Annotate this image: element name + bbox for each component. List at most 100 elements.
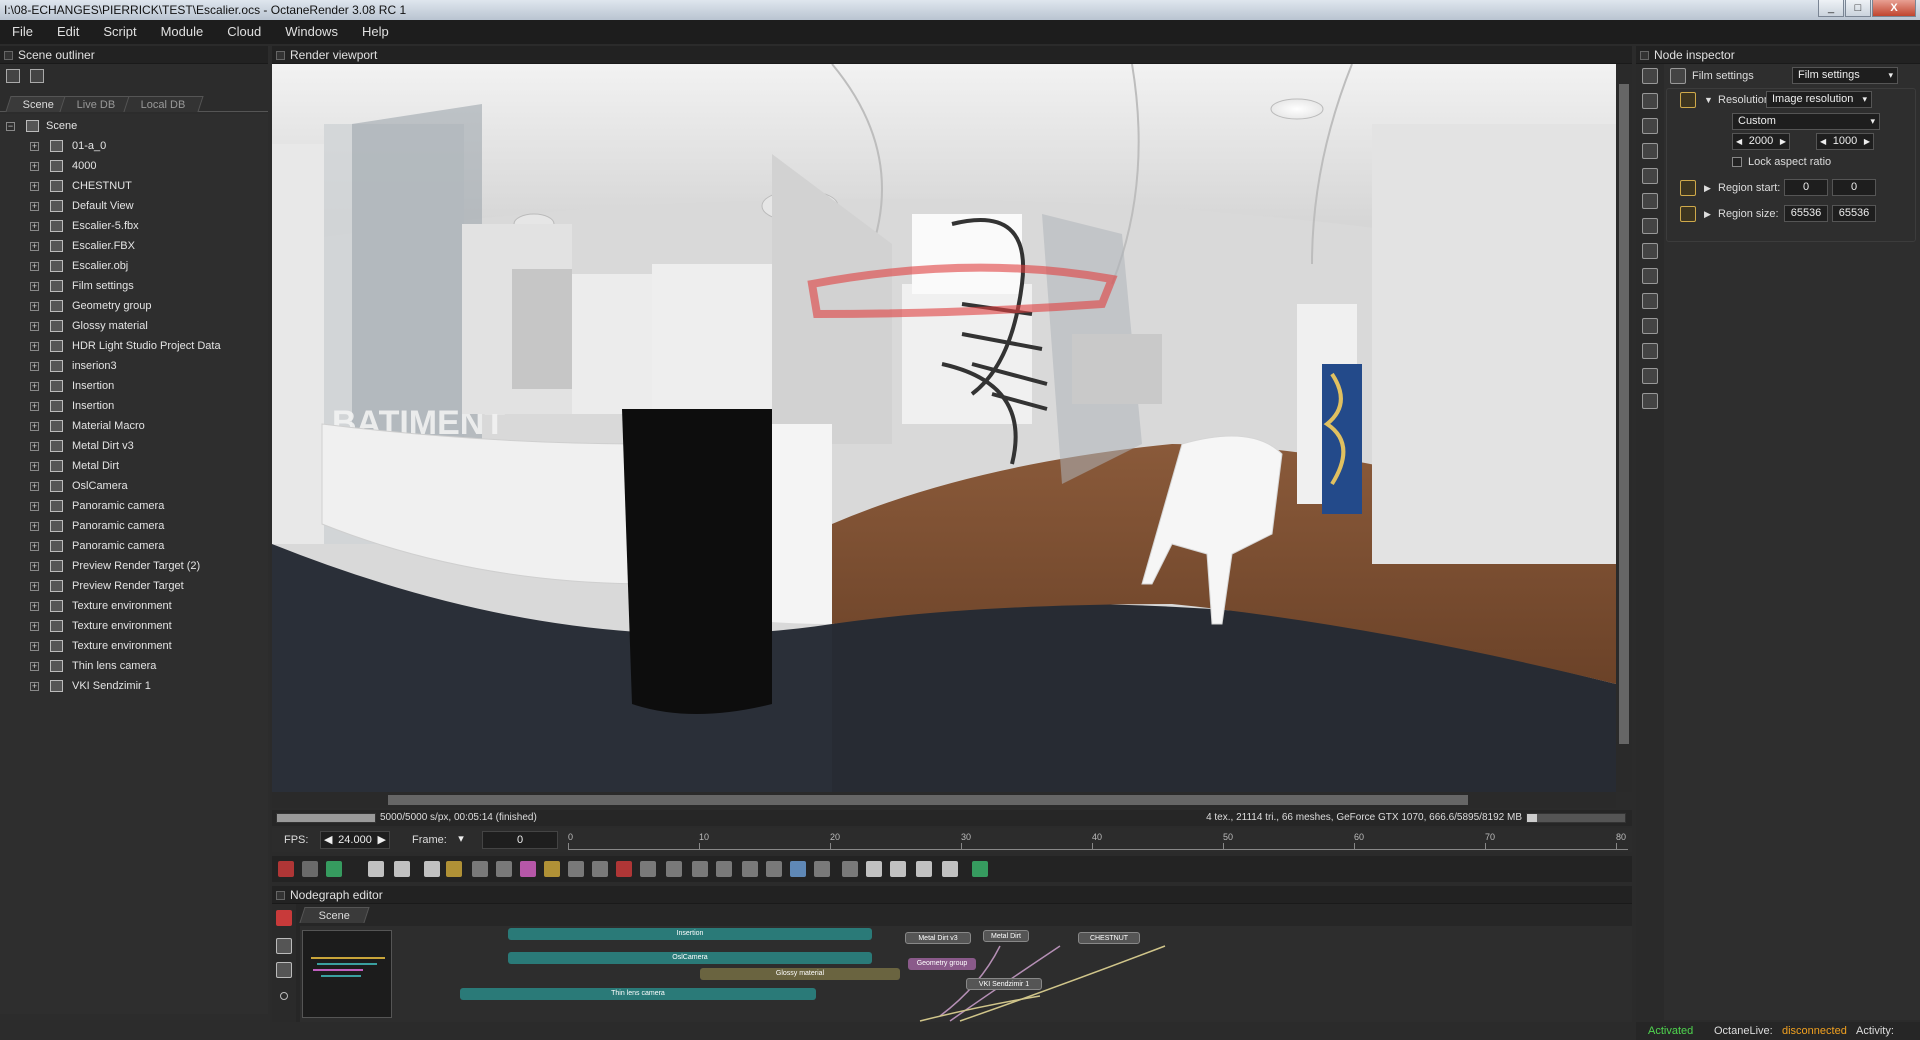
tree-item[interactable]: + CHESTNUT (0, 176, 268, 196)
expand-icon[interactable]: + (30, 622, 39, 631)
pause-icon[interactable] (424, 861, 440, 877)
color-picker-icon[interactable] (326, 861, 342, 877)
expand-icon[interactable]: + (30, 542, 39, 551)
arrange-icon[interactable] (276, 938, 292, 954)
region-start-x-input[interactable]: 0 (1784, 179, 1828, 196)
tree-item[interactable]: + Texture environment (0, 616, 268, 636)
tree-item[interactable]: + Escalier-5.fbx (0, 216, 268, 236)
expand-icon[interactable]: + (30, 262, 39, 271)
region-icon[interactable] (666, 861, 682, 877)
expand-icon[interactable]: + (30, 142, 39, 151)
post-processing-icon[interactable] (1642, 193, 1658, 209)
expand-icon[interactable]: + (30, 402, 39, 411)
fit-icon[interactable] (276, 962, 292, 978)
expand-icon[interactable]: + (30, 202, 39, 211)
reload-render-icon[interactable] (278, 861, 294, 877)
node-oslcamera[interactable]: OslCamera (508, 952, 872, 964)
color-wheel-icon[interactable] (520, 861, 536, 877)
tree-item[interactable]: + Default View (0, 196, 268, 216)
panel-pin-icon[interactable] (276, 51, 285, 60)
expand-icon[interactable]: + (30, 362, 39, 371)
increment-icon[interactable]: ▶ (378, 832, 386, 848)
environment-icon[interactable] (1642, 118, 1658, 134)
expand-icon[interactable]: + (30, 222, 39, 231)
nodegraph-canvas[interactable]: Insertion OslCamera Glossy material Thin… (300, 926, 1632, 1022)
render-priority-icon[interactable] (716, 861, 732, 877)
tree-item[interactable]: + Insertion (0, 376, 268, 396)
expand-icon[interactable]: + (30, 382, 39, 391)
scale-icon[interactable] (942, 861, 958, 877)
expand-icon[interactable]: + (30, 662, 39, 671)
export-icon[interactable] (790, 861, 806, 877)
resolution-pin-icon[interactable] (1680, 92, 1696, 108)
menu-cloud[interactable]: Cloud (215, 20, 273, 44)
expand-icon[interactable]: + (30, 602, 39, 611)
copy-icon[interactable] (742, 861, 758, 877)
close-button[interactable]: X (1872, 0, 1916, 17)
display-settings-icon[interactable] (472, 861, 488, 877)
menu-windows[interactable]: Windows (273, 20, 350, 44)
panel-pin-icon[interactable] (1640, 51, 1649, 60)
fps-stepper[interactable]: ◀ 24.000 ▶ (320, 831, 390, 849)
timeline-ruler[interactable]: 0 10 20 30 40 50 60 70 80 (568, 832, 1628, 850)
expand-arrow-icon[interactable]: ▶ (1704, 178, 1711, 198)
node-glossy-material[interactable]: Glossy material (700, 968, 900, 980)
expand-icon[interactable]: + (30, 162, 39, 171)
animation-icon[interactable] (1642, 268, 1658, 284)
collapse-icon[interactable]: − (6, 122, 15, 131)
tree-item[interactable]: + OslCamera (0, 476, 268, 496)
expand-icon[interactable]: + (30, 582, 39, 591)
menu-module[interactable]: Module (149, 20, 216, 44)
maximize-button[interactable]: □ (1845, 0, 1871, 17)
node-metal-dirt[interactable]: Metal Dirt (983, 930, 1029, 942)
tree-item[interactable]: + Material Macro (0, 416, 268, 436)
node-thin-lens-camera[interactable]: Thin lens camera (460, 988, 816, 1000)
tree-item[interactable]: + VKI Sendzimir 1 (0, 676, 268, 696)
node-insertion[interactable]: Insertion (508, 928, 872, 940)
panel-pin-icon[interactable] (276, 891, 285, 900)
upload-icon[interactable] (842, 861, 858, 877)
record-icon[interactable] (280, 992, 288, 1000)
expand-icon[interactable]: + (30, 242, 39, 251)
decrement-icon[interactable]: ◀ (324, 832, 332, 848)
move-icon[interactable] (890, 861, 906, 877)
tab-nodegraph-scene[interactable]: Scene (299, 907, 370, 923)
region-start-pin-icon[interactable] (1680, 180, 1696, 196)
frame-input[interactable]: 0 (482, 831, 558, 849)
tab-local-db[interactable]: Local DB (123, 96, 204, 112)
tree-item[interactable]: + Glossy material (0, 316, 268, 336)
expand-arrow-icon[interactable]: ▶ (1704, 204, 1711, 224)
af-icon[interactable] (496, 861, 512, 877)
geometry-icon[interactable] (1642, 293, 1658, 309)
node-metal-dirt-v3[interactable]: Metal Dirt v3 (905, 932, 971, 944)
tree-item[interactable]: + Panoramic camera (0, 496, 268, 516)
film-region-icon[interactable] (692, 861, 708, 877)
node-geometry-group[interactable]: Geometry group (908, 958, 976, 970)
frame-mode-dropdown[interactable]: ▾ (456, 831, 466, 849)
cube-icon[interactable] (866, 861, 882, 877)
region-start-y-input[interactable]: 0 (1832, 179, 1876, 196)
expand-icon[interactable]: + (30, 342, 39, 351)
kernel-icon[interactable] (1642, 168, 1658, 184)
object-picker-icon[interactable] (592, 861, 608, 877)
save-icon[interactable] (766, 861, 782, 877)
clay-mode-icon[interactable] (302, 861, 318, 877)
play-icon[interactable] (446, 861, 462, 877)
tree-item[interactable]: + Film settings (0, 276, 268, 296)
expand-icon[interactable]: + (30, 482, 39, 491)
camera-target-icon[interactable] (616, 861, 632, 877)
tree-item[interactable]: +01-a_0 (0, 136, 268, 156)
tree-item[interactable]: + inserion3 (0, 356, 268, 376)
render-target-icon[interactable] (1642, 93, 1658, 109)
width-stepper[interactable]: ◀ 2000 ▶ (1732, 133, 1790, 150)
tree-item[interactable]: + HDR Light Studio Project Data (0, 336, 268, 356)
tree-item[interactable]: +4000 (0, 156, 268, 176)
light-icon[interactable] (1642, 393, 1658, 409)
tree-item[interactable]: + Thin lens camera (0, 656, 268, 676)
focus-picker-icon[interactable] (544, 861, 560, 877)
node-select[interactable]: Film settings (1792, 67, 1898, 84)
resolution-select[interactable]: Image resolution (1766, 91, 1872, 108)
tree-item[interactable]: + Preview Render Target (2) (0, 556, 268, 576)
expand-icon[interactable]: + (30, 562, 39, 571)
tree-item[interactable]: + Texture environment (0, 596, 268, 616)
